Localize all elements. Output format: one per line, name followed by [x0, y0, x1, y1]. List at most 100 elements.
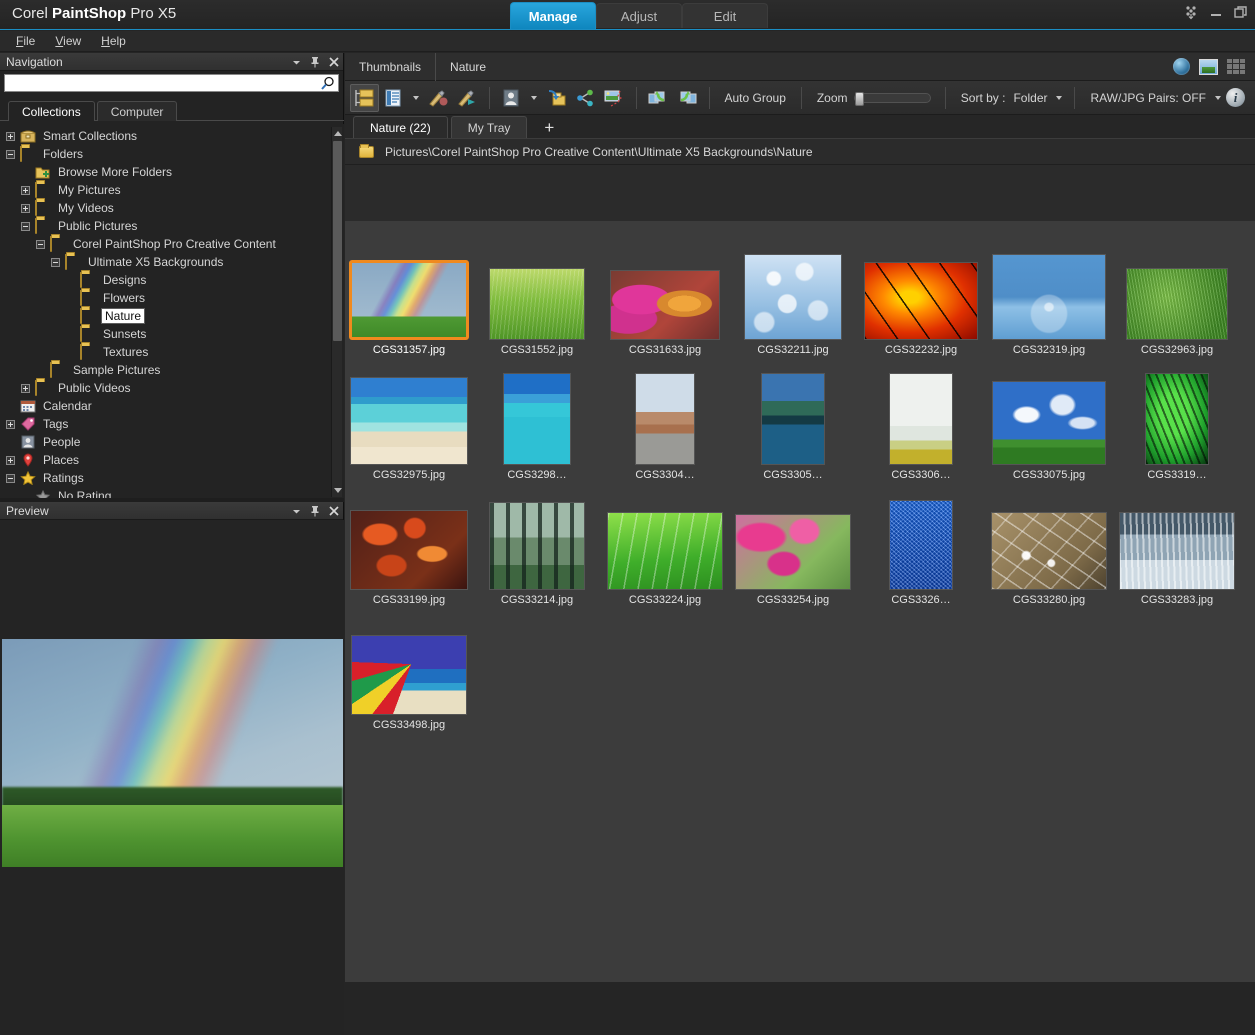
tree-item-smart-collections[interactable]: Smart Collections [0, 127, 344, 145]
tree-item-ultimate-x5-backgrounds[interactable]: Ultimate X5 Backgrounds [0, 253, 344, 271]
tree-scrollbar[interactable] [331, 127, 342, 497]
chevron-down-icon[interactable] [292, 507, 301, 516]
search-icon[interactable] [320, 76, 336, 91]
thumbnail-item[interactable]: CGS33254.jpg [729, 481, 857, 606]
thumbnail-image[interactable] [351, 635, 467, 715]
person-icon[interactable] [497, 84, 526, 112]
thumbnail-item[interactable]: CGS3304… [601, 356, 729, 481]
thumbnail-image[interactable] [489, 268, 585, 340]
scroll-up-arrow[interactable] [333, 128, 342, 139]
thumbnail-image[interactable] [761, 373, 825, 465]
thumbnail-item[interactable]: CGS32319.jpg [985, 231, 1113, 356]
thumbnail-item[interactable]: CGS33199.jpg [345, 481, 473, 606]
close-icon[interactable] [329, 57, 339, 67]
tree-item-no-rating[interactable]: No Rating [0, 487, 344, 498]
tree-expander-plus-icon[interactable] [21, 185, 30, 195]
tree-item-corel-paintshop-pro-creative-content[interactable]: Corel PaintShop Pro Creative Content [0, 235, 344, 253]
slideshow-icon[interactable] [600, 84, 629, 112]
pin-icon[interactable] [310, 56, 320, 68]
tab-computer[interactable]: Computer [96, 101, 178, 121]
thumbnail-item[interactable]: CGS3319… [1113, 356, 1241, 481]
thumbnail-image[interactable] [610, 270, 720, 340]
thumbnail-image[interactable] [1126, 268, 1228, 340]
thumbnail-item[interactable]: CGS32211.jpg [729, 231, 857, 356]
sort-by-value[interactable]: Folder [1009, 91, 1051, 105]
raw-jpg-chevron-down-icon[interactable] [1215, 95, 1222, 100]
menu-file[interactable]: File [8, 32, 43, 50]
restore-icon[interactable] [1233, 4, 1249, 20]
tree-expander-plus-icon[interactable] [6, 131, 15, 141]
tray-tab-nature[interactable]: Nature (22) [353, 116, 448, 138]
thumbnail-item[interactable]: CGS33224.jpg [601, 481, 729, 606]
thumbnail-item[interactable]: CGS3306… [857, 356, 985, 481]
tree-item-flowers[interactable]: Flowers [0, 289, 344, 307]
tab-edit[interactable]: Edit [682, 3, 768, 28]
tree-expander-minus-icon[interactable] [6, 473, 15, 483]
rotate-right-icon[interactable] [673, 84, 702, 112]
thumbnail-image[interactable] [889, 373, 953, 465]
thumbnail-image[interactable] [489, 502, 585, 590]
thumbnail-item[interactable]: CGS3298… [473, 356, 601, 481]
thumbnail-item[interactable]: CGS32232.jpg [857, 231, 985, 356]
thumbnail-image[interactable] [1145, 373, 1209, 465]
panels-icon[interactable] [350, 83, 380, 112]
folder-tree[interactable]: Smart Collections Folders Browse More Fold… [0, 124, 344, 498]
options-icon[interactable] [1183, 4, 1199, 20]
list-view-icon[interactable] [379, 84, 408, 112]
tree-item-designs[interactable]: Designs [0, 271, 344, 289]
close-icon[interactable] [329, 506, 339, 516]
rotate-left-icon[interactable] [644, 84, 673, 112]
menu-view[interactable]: View [47, 32, 89, 50]
brush-teal-icon[interactable] [453, 84, 482, 112]
tree-expander-plus-icon[interactable] [21, 383, 30, 393]
tree-item-calendar[interactable]: Calendar [0, 397, 344, 415]
thumbnail-item[interactable]: CGS33280.jpg [985, 481, 1113, 606]
pin-icon[interactable] [310, 505, 320, 517]
tray-tab-my-tray[interactable]: My Tray [450, 116, 528, 138]
thumbnail-item[interactable]: CGS32963.jpg [1113, 231, 1241, 356]
thumbnail-item[interactable]: CGS33283.jpg [1113, 481, 1241, 606]
globe-icon[interactable] [1173, 58, 1190, 75]
tree-expander-minus-icon[interactable] [51, 257, 60, 267]
tree-item-my-videos[interactable]: My Videos [0, 199, 344, 217]
auto-group-button[interactable]: Auto Group [717, 91, 794, 105]
tree-item-textures[interactable]: Textures [0, 343, 344, 361]
thumbnail-item[interactable]: CGS31633.jpg [601, 231, 729, 356]
info-icon[interactable]: i [1226, 88, 1246, 107]
thumbnail-image[interactable] [349, 260, 469, 340]
thumbnail-image[interactable] [607, 512, 723, 590]
thumbnail-item[interactable]: CGS32975.jpg [345, 356, 473, 481]
thumbnail-item[interactable]: CGS3305… [729, 356, 857, 481]
tab-adjust[interactable]: Adjust [596, 3, 682, 28]
tree-expander-plus-icon[interactable] [21, 203, 30, 213]
thumbnail-image[interactable] [991, 512, 1107, 590]
thumbnail-image[interactable] [635, 373, 695, 465]
tree-item-public-pictures[interactable]: Public Pictures [0, 217, 344, 235]
import-icon[interactable] [542, 84, 571, 112]
tree-expander-minus-icon[interactable] [6, 149, 15, 159]
tree-item-tags[interactable]: Tags [0, 415, 344, 433]
scroll-down-arrow[interactable] [333, 485, 342, 496]
thumbnail-image[interactable] [889, 500, 953, 590]
tree-item-ratings[interactable]: Ratings [0, 469, 344, 487]
tree-item-folders[interactable]: Folders [0, 145, 344, 163]
chevron-down-icon[interactable] [292, 58, 301, 67]
tree-item-my-pictures[interactable]: My Pictures [0, 181, 344, 199]
tree-item-sample-pictures[interactable]: Sample Pictures [0, 361, 344, 379]
tree-item-people[interactable]: People [0, 433, 344, 451]
tab-manage[interactable]: Manage [510, 2, 596, 29]
thumbnail-item[interactable]: CGS31357.jpg [345, 231, 473, 356]
sort-by-chevron-down-icon[interactable] [1056, 95, 1063, 100]
thumbnail-image[interactable] [992, 381, 1106, 465]
thumbnail-image[interactable] [503, 373, 571, 465]
menu-help[interactable]: Help [93, 32, 134, 50]
thumbnail-image[interactable] [735, 514, 851, 590]
thumbnail-image[interactable] [350, 510, 468, 590]
search-input[interactable] [7, 76, 305, 90]
tree-item-sunsets[interactable]: Sunsets [0, 325, 344, 343]
thumbnail-image[interactable] [350, 377, 468, 465]
people-tag-dropdown-chevron-down-icon[interactable] [530, 95, 537, 100]
search-box[interactable] [4, 74, 339, 92]
thumbnail-image[interactable] [1119, 512, 1235, 590]
tab-thumbnails[interactable]: Thumbnails [345, 53, 435, 81]
